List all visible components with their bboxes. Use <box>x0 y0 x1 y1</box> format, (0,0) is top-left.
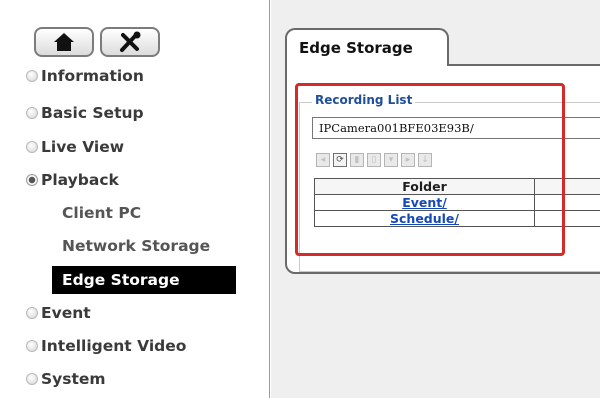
menu-item-label: Intelligent Video <box>41 337 187 355</box>
tab-label: Edge Storage <box>299 39 413 57</box>
menu-item-live-view[interactable]: Live View <box>26 135 124 159</box>
bullet-icon <box>26 340 38 352</box>
home-button[interactable] <box>34 27 94 57</box>
tools-icon <box>120 31 141 52</box>
sidebar: Information Basic Setup Live View Playba… <box>0 0 270 398</box>
bullet-active-icon <box>26 174 38 186</box>
menu-item-event[interactable]: Event <box>26 301 91 325</box>
bullet-icon <box>26 70 38 82</box>
menu-item-label: Basic Setup <box>41 104 144 122</box>
menu-item-basic-setup[interactable]: Basic Setup <box>26 101 144 125</box>
tab-edge-storage[interactable]: Edge Storage <box>285 28 449 66</box>
submenu-item-edge-storage[interactable]: Edge Storage <box>52 266 236 294</box>
menu-item-playback[interactable]: Playback <box>26 168 119 192</box>
highlight-box <box>295 83 565 256</box>
bullet-icon <box>26 373 38 385</box>
submenu-item-label: Network Storage <box>62 237 211 255</box>
submenu-item-network-storage[interactable]: Network Storage <box>62 234 210 258</box>
menu-item-intelligent-video[interactable]: Intelligent Video <box>26 334 186 358</box>
menu-item-label: Information <box>41 67 144 85</box>
menu-item-label: System <box>41 370 106 388</box>
bullet-icon <box>26 141 38 153</box>
menu-item-label: Playback <box>41 171 119 189</box>
submenu-item-label: Edge Storage <box>62 271 180 289</box>
menu-item-label: Live View <box>41 138 125 156</box>
bullet-icon <box>26 107 38 119</box>
menu-item-information[interactable]: Information <box>26 64 144 88</box>
tools-button[interactable] <box>100 27 160 57</box>
top-buttons <box>34 27 160 57</box>
submenu-item-label: Client PC <box>62 204 142 222</box>
menu-item-label: Event <box>41 304 91 322</box>
submenu-item-client-pc[interactable]: Client PC <box>62 201 141 225</box>
menu-item-system[interactable]: System <box>26 367 106 391</box>
bullet-icon <box>26 307 38 319</box>
home-icon <box>54 33 74 51</box>
